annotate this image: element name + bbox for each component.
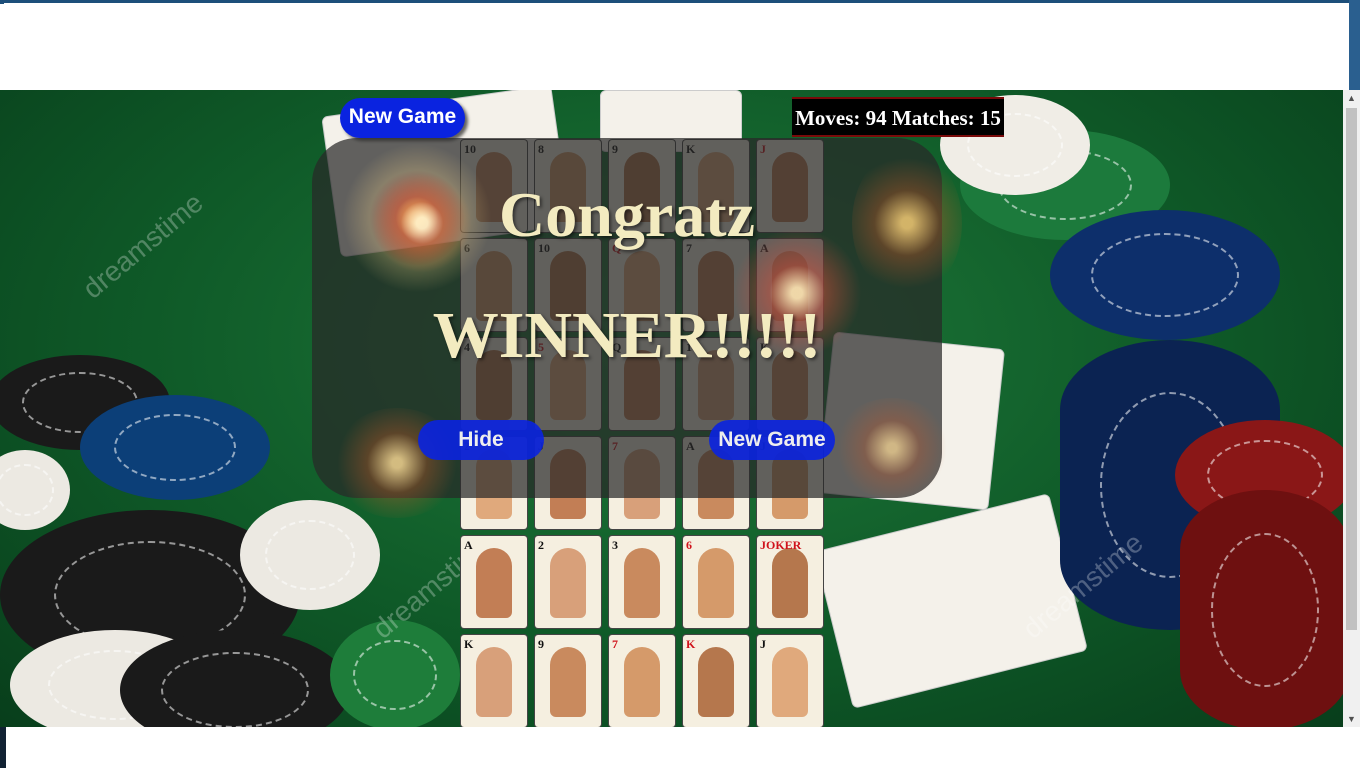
page-header-area xyxy=(4,3,1349,90)
poker-chip xyxy=(1180,490,1343,727)
card-rank: J xyxy=(760,637,766,651)
card-rank: 6 xyxy=(686,538,692,552)
memory-card[interactable]: JOKER xyxy=(757,536,823,628)
page-footer-area xyxy=(0,727,1360,768)
score-display: Moves: 94 Matches: 15 xyxy=(792,97,1004,137)
vertical-scrollbar[interactable]: ▲ ▼ xyxy=(1343,90,1360,727)
new-game-button[interactable]: New Game xyxy=(340,98,465,138)
modal-new-game-button[interactable]: New Game xyxy=(709,420,835,460)
card-rank: 3 xyxy=(612,538,618,552)
card-rank: 2 xyxy=(538,538,544,552)
memory-card[interactable]: 3 xyxy=(609,536,675,628)
window-edge xyxy=(1349,0,1360,90)
poker-chip xyxy=(1050,210,1280,340)
memory-card[interactable]: 9 xyxy=(535,635,601,727)
poker-chip xyxy=(80,395,270,500)
card-illustration xyxy=(550,548,586,618)
memory-card[interactable]: J xyxy=(757,635,823,727)
scrollbar-thumb[interactable] xyxy=(1346,108,1357,630)
card-illustration xyxy=(476,548,512,618)
card-illustration xyxy=(772,548,808,618)
hide-button[interactable]: Hide xyxy=(418,420,544,460)
card-illustration xyxy=(772,647,808,717)
card-rank: 9 xyxy=(538,637,544,651)
card-rank: 7 xyxy=(612,637,618,651)
scroll-up-arrow-icon[interactable]: ▲ xyxy=(1343,90,1360,106)
card-illustration xyxy=(698,647,734,717)
memory-card[interactable]: 6 xyxy=(683,536,749,628)
scroll-down-arrow-icon[interactable]: ▼ xyxy=(1343,711,1360,727)
memory-card[interactable]: 2 xyxy=(535,536,601,628)
poker-chip xyxy=(0,450,70,530)
window-corner xyxy=(0,727,6,768)
memory-card[interactable]: K xyxy=(461,635,527,727)
card-rank: A xyxy=(464,538,473,552)
memory-card[interactable]: 7 xyxy=(609,635,675,727)
card-illustration xyxy=(550,647,586,717)
congratz-title: Congratz xyxy=(499,179,755,250)
card-illustration xyxy=(624,647,660,717)
card-illustration xyxy=(476,647,512,717)
firework xyxy=(832,398,952,498)
winner-message: WINNER!!!!! xyxy=(432,299,822,372)
card-rank: JOKER xyxy=(760,538,802,552)
card-rank: K xyxy=(464,637,474,651)
card-rank: K xyxy=(686,637,696,651)
poker-chip xyxy=(240,500,380,610)
card-illustration xyxy=(624,548,660,618)
memory-card[interactable]: K xyxy=(683,635,749,727)
watermark-text: dreamstime xyxy=(76,186,209,305)
memory-card[interactable]: A xyxy=(461,536,527,628)
winner-modal: Congratz WINNER!!!!! Hide New Game xyxy=(312,138,962,518)
card-illustration xyxy=(698,548,734,618)
